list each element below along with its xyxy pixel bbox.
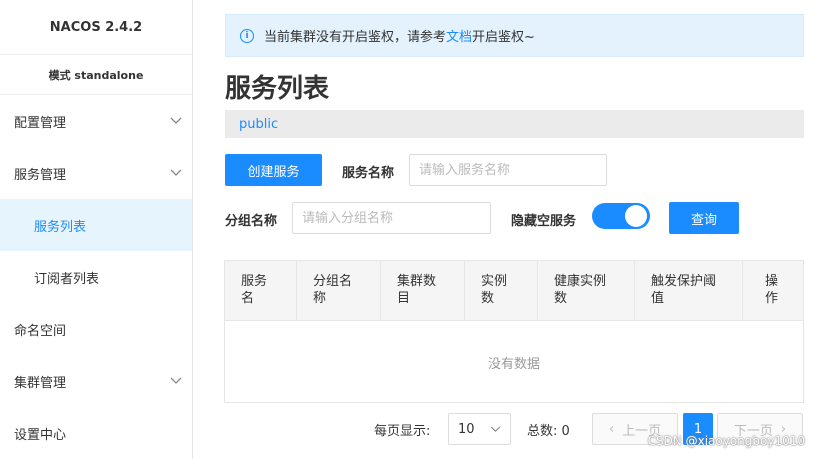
watermark: CSDN @xiaoyongboy1010 — [647, 434, 805, 448]
sidebar: NACOS 2.4.2 模式 standalone 配置管理 服务管理 服务列表… — [0, 0, 193, 459]
namespace-bar: public — [225, 110, 804, 138]
page-size-label: 每页显示: — [374, 423, 431, 439]
total-count: 总数: 0 — [527, 423, 570, 439]
sidebar-item-namespace[interactable]: 命名空间 — [0, 303, 192, 355]
auth-notice: i 当前集群没有开启鉴权，请参考 文档 开启鉴权~ — [225, 14, 804, 57]
service-table: 服务 名 分组名 称 集群数 目 实例 数 健康实例 数 触发保护阈 值 操 作… — [224, 260, 804, 403]
sidebar-item-service-mgmt[interactable]: 服务管理 — [0, 147, 192, 199]
hide-empty-toggle[interactable] — [592, 203, 650, 229]
create-service-button[interactable]: 创建服务 — [225, 154, 322, 186]
sidebar-item-config[interactable]: 配置管理 — [0, 95, 192, 147]
column-header: 分组名 称 — [297, 261, 381, 320]
chevron-down-icon — [170, 167, 182, 179]
info-icon: i — [240, 28, 254, 43]
column-header: 服务 名 — [225, 261, 297, 320]
main-content: i 当前集群没有开启鉴权，请参考 文档 开启鉴权~ 服务列表 public 创建服务… — [193, 0, 827, 459]
sidebar-item-label: 服务列表 — [34, 219, 87, 235]
column-header: 实例 数 — [465, 261, 538, 320]
chevron-left-icon: ‹ — [608, 421, 615, 437]
chevron-down-icon — [490, 422, 501, 437]
group-name-input[interactable] — [292, 202, 491, 234]
mode-label: 模式 standalone — [0, 55, 192, 95]
chevron-down-icon — [170, 375, 182, 387]
service-name-label: 服务名称 — [342, 166, 395, 181]
empty-state: 没有数据 — [487, 356, 540, 372]
hide-empty-label: 隐藏空服务 — [511, 214, 577, 229]
sidebar-item-service-list[interactable]: 服务列表 — [0, 199, 192, 251]
column-header: 健康实例 数 — [538, 261, 635, 320]
page-size-select[interactable]: 10 — [448, 413, 511, 445]
chevron-down-icon — [170, 115, 182, 127]
sidebar-item-label: 订阅者列表 — [34, 271, 100, 287]
sidebar-item-label: 设置中心 — [14, 427, 67, 443]
docs-link[interactable]: 文档 — [446, 26, 472, 45]
namespace-public[interactable]: public — [239, 117, 278, 132]
group-name-label: 分组名称 — [225, 214, 278, 229]
notice-text-tail: 开启鉴权~ — [472, 30, 535, 45]
sidebar-item-label: 命名空间 — [14, 323, 67, 339]
table-header: 服务 名 分组名 称 集群数 目 实例 数 健康实例 数 触发保护阈 值 操 作 — [225, 261, 803, 321]
app-logo: NACOS 2.4.2 — [0, 0, 192, 55]
notice-text: 当前集群没有开启鉴权，请参考 — [264, 30, 447, 45]
column-header: 触发保护阈 值 — [635, 261, 743, 320]
sidebar-item-label: 集群管理 — [14, 375, 67, 391]
sidebar-item-subscribers[interactable]: 订阅者列表 — [0, 251, 192, 303]
sidebar-item-label: 配置管理 — [14, 115, 67, 131]
column-header: 集群数 目 — [381, 261, 465, 320]
toggle-knob — [625, 205, 647, 227]
sidebar-item-cluster[interactable]: 集群管理 — [0, 355, 192, 407]
column-header: 操 作 — [765, 274, 779, 306]
query-button[interactable]: 查询 — [669, 202, 739, 234]
sidebar-item-label: 服务管理 — [14, 167, 67, 183]
page-title: 服务列表 — [225, 74, 330, 104]
sidebar-item-settings[interactable]: 设置中心 — [0, 407, 192, 459]
page-size-value: 10 — [458, 421, 475, 437]
service-name-input[interactable] — [409, 154, 607, 186]
